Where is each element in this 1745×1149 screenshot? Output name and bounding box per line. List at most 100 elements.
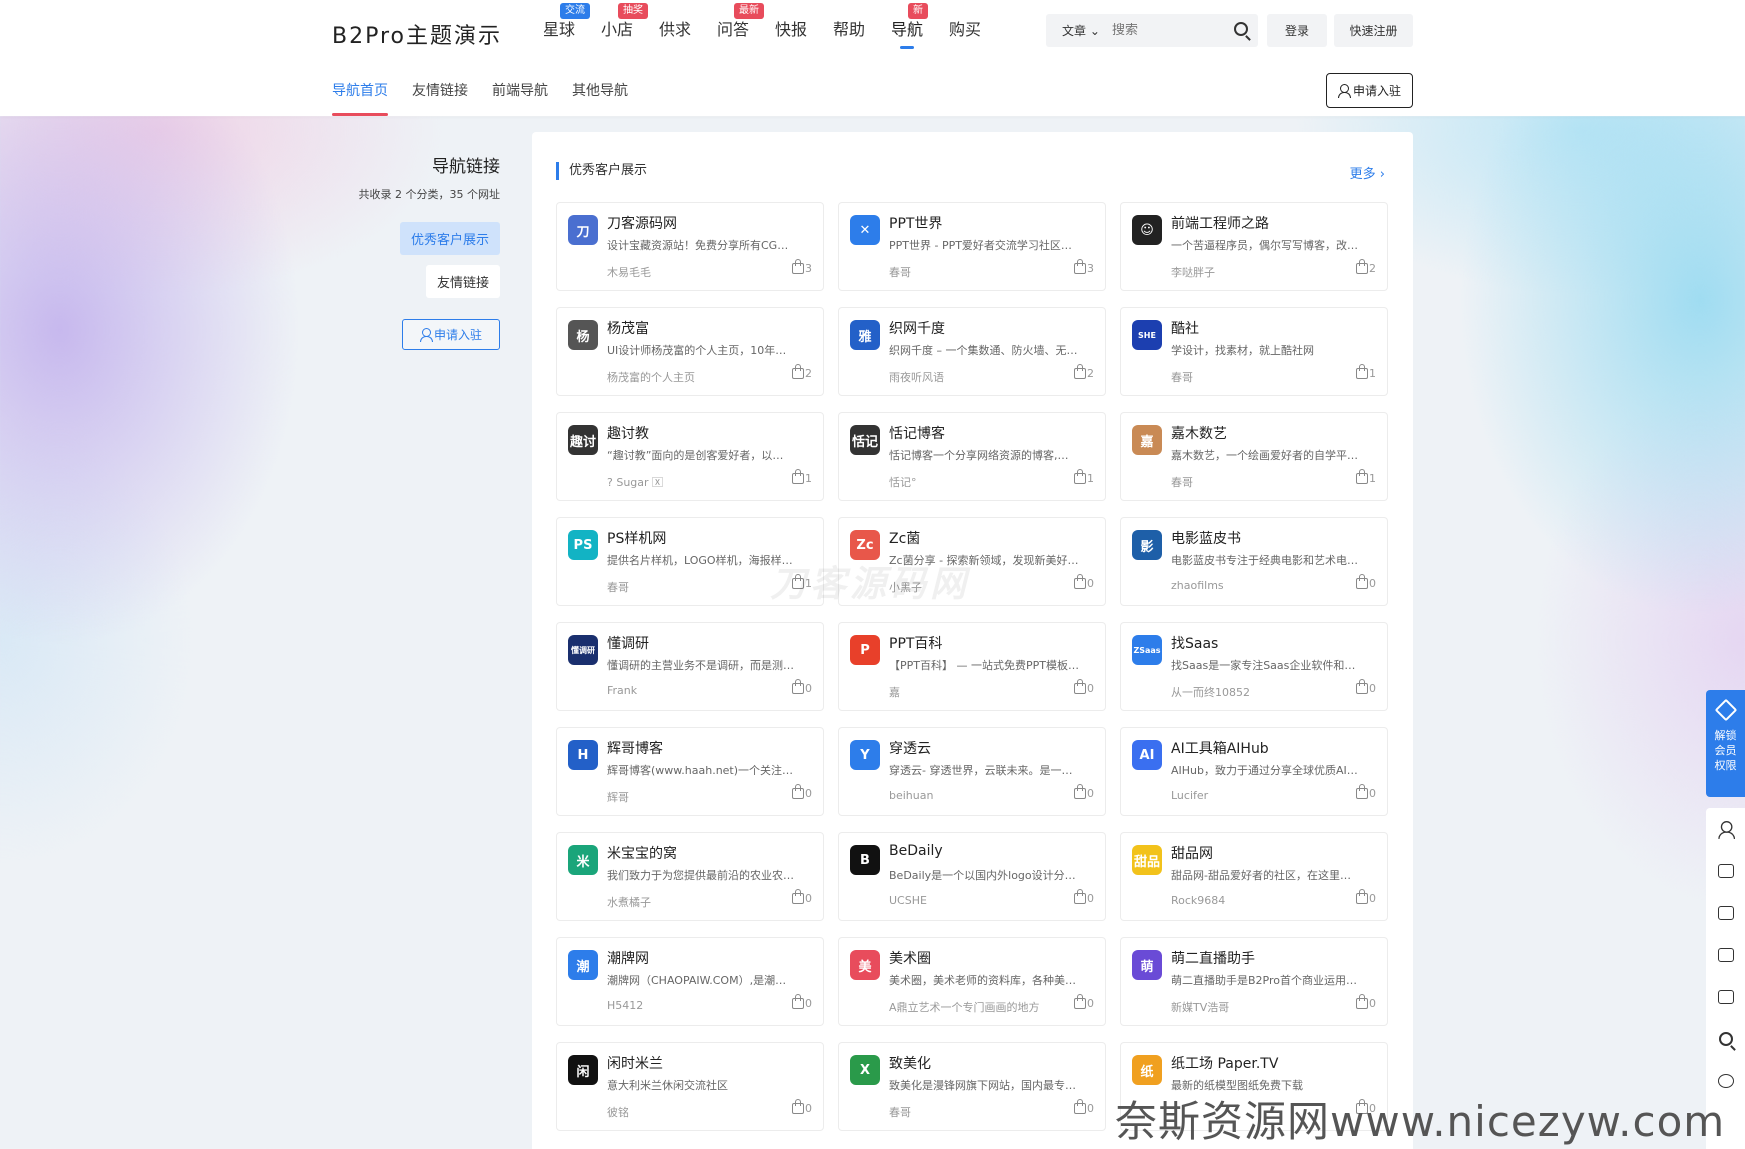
subnav-item-3[interactable]: 其他导航 — [572, 80, 628, 116]
message-tool[interactable] — [1706, 976, 1745, 1018]
card-author: 恬记° — [889, 476, 917, 489]
subnav-item-2[interactable]: 前端导航 — [492, 80, 548, 116]
like-button[interactable]: 3 — [1074, 259, 1094, 275]
nav-item-0[interactable]: 星球 交流 — [530, 3, 590, 49]
like-count: 1 — [1087, 472, 1094, 485]
like-button[interactable]: 0 — [1356, 679, 1376, 695]
site-card[interactable]: 影电影蓝皮书 电影蓝皮书专注于经典电影和艺术电… zhaofilms 0 — [1120, 517, 1388, 606]
thumbs-up-icon — [1074, 469, 1086, 484]
site-logo-icon: 闲 — [568, 1055, 598, 1085]
like-count: 0 — [805, 1102, 812, 1115]
nav-item-3[interactable]: 问答 最新 — [704, 3, 764, 49]
nav-item-4[interactable]: 快报 — [762, 19, 820, 49]
like-button[interactable]: 1 — [1356, 469, 1376, 485]
like-button[interactable]: 0 — [1074, 994, 1094, 1010]
nav-item-1[interactable]: 小店 抽奖 — [588, 3, 648, 49]
site-card[interactable]: 杨杨茂富 UI设计师杨茂富的个人主页，10年… 杨茂富的个人主页 2 — [556, 307, 824, 396]
site-card[interactable]: 恬记 恬记博客 恬记博客一个分享网络资源的博客,… 恬记° 1 — [838, 412, 1106, 501]
site-card[interactable]: 甜品 甜品网 甜品网-甜品爱好者的社区，在这里… Rock9684 0 — [1120, 832, 1388, 921]
apply-button-sidebar[interactable]: 申请入驻 — [402, 319, 500, 350]
ticket-tool[interactable] — [1706, 892, 1745, 934]
like-count: 2 — [1369, 262, 1376, 275]
nav-label: 快报 — [774, 20, 807, 39]
like-button[interactable]: 2 — [792, 364, 812, 380]
cart-tool[interactable] — [1706, 850, 1745, 892]
card-description: 【PPT百科】 — 一站式免费PPT模板… — [889, 659, 1079, 672]
apply-button-header[interactable]: 申请入驻 — [1326, 73, 1413, 108]
like-button[interactable]: 0 — [1356, 574, 1376, 590]
like-button[interactable]: 0 — [1074, 784, 1094, 800]
subnav-item-1[interactable]: 友情链接 — [412, 80, 468, 116]
subnav-item-0[interactable]: 导航首页 — [332, 80, 388, 116]
nav-item-5[interactable]: 帮助 — [820, 19, 878, 49]
like-button[interactable]: 2 — [1074, 364, 1094, 380]
like-button[interactable]: 0 — [1356, 994, 1376, 1010]
search-tool[interactable] — [1706, 1018, 1745, 1060]
thumbs-up-icon — [792, 1099, 804, 1114]
like-button[interactable]: 2 — [1356, 259, 1376, 275]
site-card[interactable]: 米米宝宝的窝 我们致力于为您提供最前沿的农业农… 水煮橘子 0 — [556, 832, 824, 921]
card-title: BeDaily — [889, 843, 943, 859]
like-button[interactable]: 0 — [1074, 574, 1094, 590]
card-description: 萌二直播助手是B2Pro首个商业运用… — [1171, 974, 1357, 987]
nav-label: 星球 — [542, 20, 575, 39]
site-card[interactable]: 潮潮牌网 潮牌网（CHAOPAIW.COM）,是潮… H5412 0 — [556, 937, 824, 1026]
thumbs-up-icon — [1356, 574, 1368, 589]
like-count: 0 — [1369, 682, 1376, 695]
sidebar-link-customers[interactable]: 优秀客户展示 — [399, 222, 500, 255]
site-card[interactable]: 雅织网千度 织网千度 – 一个集数通、防火墙、无… 雨夜听风语 2 — [838, 307, 1106, 396]
site-card[interactable]: H 辉哥博客 辉哥博客(www.haah.net)一个关注… 辉哥 0 — [556, 727, 824, 816]
card-title: 嘉木数艺 — [1171, 426, 1227, 442]
nav-item-7[interactable]: 购买 — [936, 19, 994, 49]
site-logo-icon: 恬记 — [850, 425, 880, 455]
nav-badge: 新 — [908, 3, 928, 19]
site-card[interactable]: AI AI工具箱AIHub AIHub，致力于通过分享全球优质AI… Lucifer 0 — [1120, 727, 1388, 816]
site-card[interactable]: X 致美化 致美化是漫锋网旗下网站，国内最专… 春哥 0 — [838, 1042, 1106, 1131]
user-tool[interactable] — [1706, 808, 1745, 850]
site-card[interactable]: ✕ PPT世界 PPT世界 - PPT爱好者交流学习社区… 春哥 3 — [838, 202, 1106, 291]
site-card[interactable]: 嘉嘉木数艺 嘉木数艺，一个绘画爱好者的自学平… 春哥 1 — [1120, 412, 1388, 501]
like-button[interactable]: 0 — [1356, 784, 1376, 800]
nav-item-6[interactable]: 导航新 — [878, 3, 936, 49]
like-button[interactable]: 0 — [792, 889, 812, 905]
search-input[interactable] — [1112, 23, 1222, 38]
nav-item-2[interactable]: 供求 — [646, 19, 704, 49]
site-card[interactable]: SHE 酷社 学设计，找素材，就上酷社网 春哥 1 — [1120, 307, 1388, 396]
like-button[interactable]: 1 — [792, 469, 812, 485]
site-card[interactable]: 闲闲时米兰 意大利米兰休闲交流社区 彼铭 0 — [556, 1042, 824, 1131]
card-title: PS样机网 — [607, 531, 667, 547]
nav-label: 导航 — [890, 20, 923, 39]
search-icon[interactable] — [1234, 22, 1248, 36]
like-button[interactable]: 0 — [1074, 679, 1094, 695]
site-logo[interactable]: B2Pro主题演示 — [332, 18, 502, 50]
like-button[interactable]: 3 — [792, 259, 812, 275]
site-card[interactable]: 懂调研 懂调研 懂调研的主营业务不是调研，而是测… Frank 0 — [556, 622, 824, 711]
site-card[interactable]: 萌萌二直播助手 萌二直播助手是B2Pro首个商业运用… 新媒TV浩哥 0 — [1120, 937, 1388, 1026]
like-button[interactable]: 1 — [1356, 364, 1376, 380]
site-card[interactable]: 刀刀客源码网 设计宝藏资源站！免费分享所有CG… 木易毛毛 3 — [556, 202, 824, 291]
site-card[interactable]: 美美术圈 美术圈，美术老师的资料库，各种美… A鼎立艺术一个专门画画的地方 0 — [838, 937, 1106, 1026]
site-card[interactable]: ☺ 前端工程师之路 一个苦逼程序员，偶尔写写博客，改… 李哒胖子 2 — [1120, 202, 1388, 291]
site-card[interactable]: Y 穿透云 穿透云- 穿透世界，云联未来。是一… beihuan 0 — [838, 727, 1106, 816]
search-type-select[interactable]: 文章 ⌄ — [1046, 22, 1112, 39]
sidebar-link-friends[interactable]: 友情链接 — [425, 265, 500, 298]
card-title: 趣讨教 — [607, 426, 649, 442]
like-button[interactable]: 0 — [792, 994, 812, 1010]
site-logo-icon: 雅 — [850, 320, 880, 350]
like-button[interactable]: 0 — [792, 1099, 812, 1115]
more-link[interactable]: 更多 › — [1350, 163, 1385, 182]
gift-tool[interactable] — [1706, 934, 1745, 976]
site-card[interactable]: 趣讨 趣讨教 “趣讨教”面向的是创客爱好者，以… ? Sugar 🅇 1 — [556, 412, 824, 501]
login-button[interactable]: 登录 — [1267, 14, 1327, 47]
vip-unlock-button[interactable]: 解锁会员权限 — [1706, 690, 1745, 797]
register-button[interactable]: 快速注册 — [1334, 14, 1413, 47]
like-button[interactable]: 1 — [1074, 469, 1094, 485]
like-button[interactable]: 0 — [1356, 889, 1376, 905]
site-card[interactable]: B BeDaily BeDaily是一个以国内外logo设计分… UCSHE 0 — [838, 832, 1106, 921]
like-button[interactable]: 0 — [1074, 889, 1094, 905]
like-button[interactable]: 0 — [792, 784, 812, 800]
like-button[interactable]: 0 — [792, 679, 812, 695]
site-card[interactable]: P PPT百科 【PPT百科】 — 一站式免费PPT模板… 嘉 0 — [838, 622, 1106, 711]
like-button[interactable]: 0 — [1074, 1099, 1094, 1115]
site-card[interactable]: ZSaas 找Saas 找Saas是一家专注Saas企业软件和… 从一而终10852 0 — [1120, 622, 1388, 711]
